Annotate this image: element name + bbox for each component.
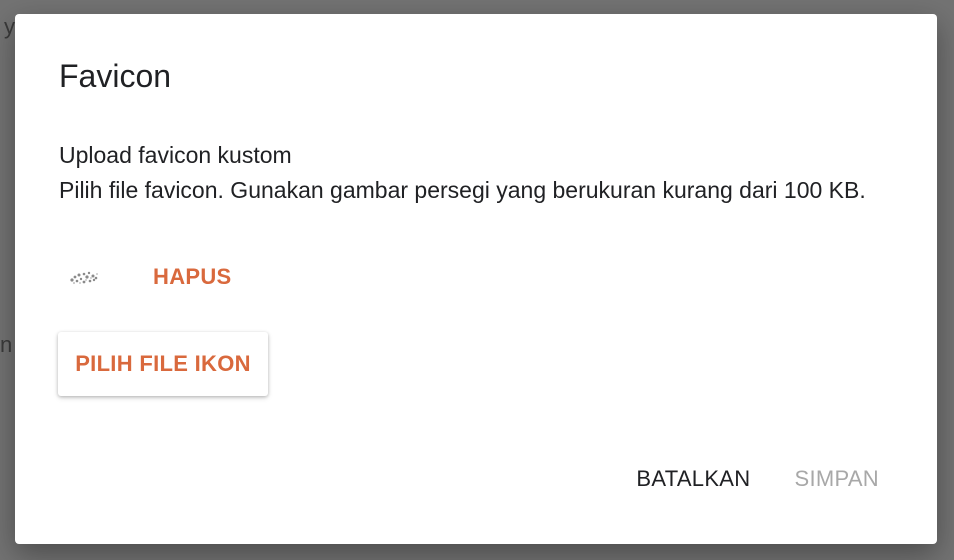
favicon-dialog: Favicon Upload favicon kustom Pilih file… (15, 14, 937, 544)
background-text-fragment: y (4, 14, 15, 39)
choose-icon-file-button[interactable]: PILIH FILE IKON (58, 332, 268, 396)
dialog-title: Favicon (59, 58, 172, 94)
cancel-button[interactable]: BATALKAN (636, 466, 750, 492)
upload-instructions: Pilih file favicon. Gunakan gambar perse… (59, 177, 866, 203)
dialog-actions: BATALKAN SIMPAN (636, 466, 879, 492)
save-button[interactable]: SIMPAN (794, 466, 879, 492)
favicon-preview-icon (67, 265, 103, 289)
dialog-description: Upload favicon kustom Pilih file favicon… (59, 138, 899, 208)
upload-heading: Upload favicon kustom (59, 142, 292, 168)
current-favicon-row: HAPUS (67, 262, 232, 292)
remove-favicon-button[interactable]: HAPUS (153, 264, 232, 290)
